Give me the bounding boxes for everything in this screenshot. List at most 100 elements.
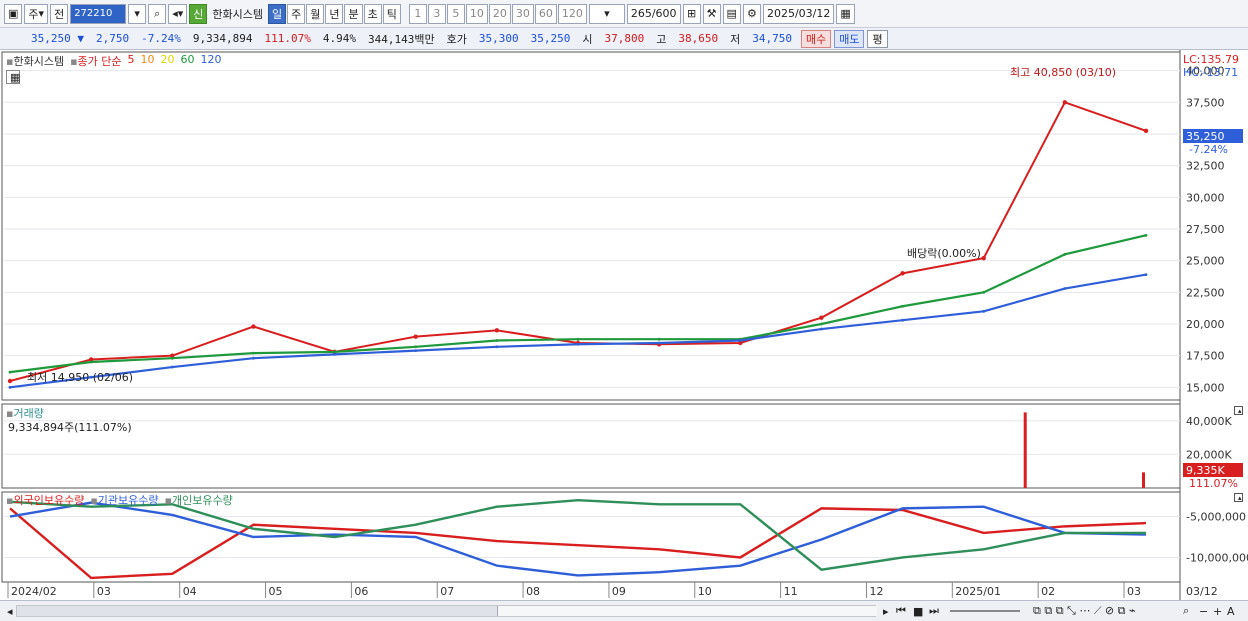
period-tab[interactable]: 주 [287,3,306,24]
minute-tab[interactable]: 1 [408,3,427,24]
volume-panel-menu-icon[interactable]: ▴ [1234,406,1243,415]
price-tick-label: 37,500 [1186,96,1225,109]
time-label: 06 [354,585,368,598]
period-tab[interactable]: 일 [267,3,287,24]
price-point [333,353,336,356]
minute-tab[interactable]: 30 [511,3,534,24]
gear-icon[interactable]: ⚙ [742,3,761,24]
price-point [7,378,13,384]
price-point [900,271,905,276]
sell-button[interactable]: 매도 [834,29,865,48]
scroll-left-icon[interactable]: ◂ [4,604,16,618]
volume-tick-label: 40,000K [1186,415,1232,428]
zoom-icon[interactable]: ⌕ [1180,604,1192,618]
minute-tab[interactable]: 3 [427,3,446,24]
grid-icon[interactable]: ⊞ [682,3,701,24]
period-tab[interactable]: 틱 [382,3,401,24]
legend-price-text: 종가 단순 [77,55,122,68]
last-icon[interactable]: ⏭ [926,604,942,618]
layout-icon[interactable]: ▣ [4,3,23,24]
sound-icon[interactable]: ◂▾ [168,3,188,24]
price-point [8,370,12,374]
price-point [8,385,12,389]
lc-label: LC:135.79 [1183,52,1240,66]
search-icon[interactable]: ⌕ [148,3,167,24]
ma-legend-item: 60 [180,53,195,66]
market-select[interactable]: 주 ▾ [24,3,49,24]
price-tick-label: 27,500 [1186,223,1225,236]
first-icon[interactable]: ⏮ [893,604,909,618]
time-label: 2024/02 [11,585,57,598]
minute-tab[interactable]: 120 [557,3,587,24]
save-icon[interactable]: ▤ [722,3,741,24]
price-point [494,328,500,333]
time-label: 03 [1127,585,1141,598]
ask-value: 35,300 [478,32,519,45]
price-point [820,322,823,326]
holdings-tick-label: -5,000,000 [1186,511,1246,524]
volume-current-tag: 9,335K [1183,463,1243,477]
price-tick-label: 25,000 [1186,255,1225,268]
stop-icon[interactable]: ■ [910,604,926,618]
minute-dropdown[interactable]: ▾ [588,3,625,24]
legend-individual-text: 개인보유수량 [171,494,233,507]
price-point [819,315,824,320]
period-tab[interactable]: 초 [363,3,382,24]
price-point [1063,287,1067,290]
price-point [1062,100,1068,105]
table-icon[interactable]: ▦ [6,70,20,84]
legend-institution-text: 기관보유수량 [97,494,159,507]
minute-tab[interactable]: 60 [534,3,557,24]
eval-button[interactable]: 평 [867,29,888,48]
scroll-right-icon[interactable]: ▸ [880,604,892,618]
minute-tab[interactable]: 20 [488,3,511,24]
price-point [901,304,904,308]
buy-button[interactable]: 매수 [800,29,832,48]
prev-button[interactable]: 전 [50,3,69,24]
period-tab[interactable]: 년 [325,3,344,24]
ma-legend-item: 10 [140,53,155,66]
tools-icon[interactable]: ⚒ [702,3,721,24]
holdings-panel-menu-icon[interactable]: ▴ [1234,493,1243,502]
price-point [982,290,986,294]
current-price-tag: 35,250 [1183,129,1243,143]
zoom-slider[interactable] [950,610,1020,612]
price-point [89,360,93,364]
calendar-icon[interactable]: ▦ [836,3,855,24]
legend-name-text: 한화시스템 [13,55,65,68]
code-input[interactable]: 272210 [70,3,127,24]
price-point [413,334,418,339]
time-label: 04 [183,585,197,598]
price-point [170,356,174,360]
low-annotation: 최저 14,950 (02/06) [27,371,134,384]
time-label: 07 [440,585,454,598]
ma-legend-item: 20 [160,53,175,66]
period-tabs: 일주월년분초틱 [267,3,401,24]
volume-bar [1142,472,1145,488]
minute-tab[interactable]: 5 [446,3,465,24]
price-point [576,342,580,346]
price-tick-label: 17,500 [1186,350,1225,363]
count-input[interactable]: 265/600 [626,3,681,24]
minute-tab[interactable]: 10 [465,3,488,24]
holdings-legend: ▪외국인보유수량 ▪기관보유수량 ▪개인보유수량 [6,492,233,508]
scroll-track[interactable] [16,605,877,617]
time-label: 03 [97,585,111,598]
dropdown-icon[interactable]: ▾ [128,3,147,24]
text-size-icon[interactable]: A [1224,604,1238,618]
date-input[interactable]: 2025/03/12 [762,3,835,24]
stock-chart[interactable]: 40,00037,50035,00032,50030,00027,50025,0… [0,50,1248,600]
legend-foreign: ▪외국인보유수량 [6,494,85,507]
volume-bar [1023,412,1027,488]
time-label: 02 [1041,585,1055,598]
dividend-annotation: 배당락(0.00%) [907,247,981,260]
zoom-out-icon[interactable]: − [1196,604,1211,618]
change-value: 2,750 [96,32,130,45]
tool-icons[interactable]: ⧉ ⧉ ⧉ ⤡ ⋯ ⟋ ⊘ ⧉ ⌁ [1030,604,1139,618]
scroll-thumb[interactable] [497,606,877,616]
period-tab[interactable]: 월 [306,3,325,24]
price-point [657,341,661,345]
current-pct-tag: -7.24% [1189,142,1228,156]
period-tab[interactable]: 분 [344,3,363,24]
zoom-in-icon[interactable]: + [1210,604,1225,618]
